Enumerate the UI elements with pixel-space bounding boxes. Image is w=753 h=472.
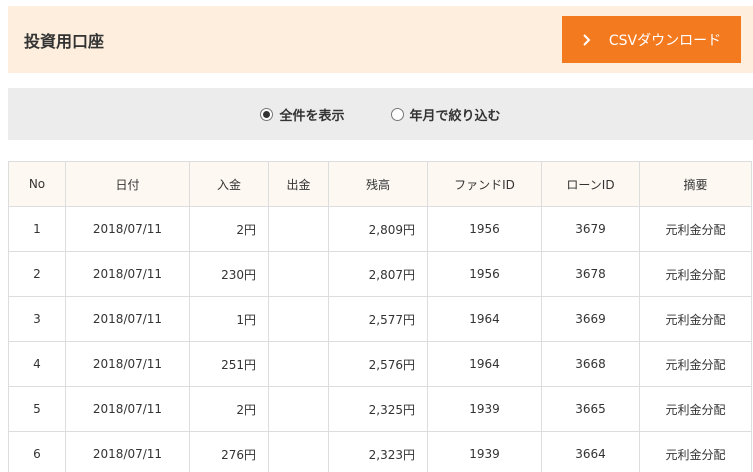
- cell-deposit: 2円: [189, 386, 269, 432]
- table-row: 4 2018/07/11 251円 2,576円 1964 3668 元利金分配: [8, 341, 752, 387]
- cell-deposit: 2円: [189, 206, 269, 252]
- cell-fund-id: 1964: [427, 296, 542, 342]
- transactions-table: No 日付 入金 出金 残高 ファンドID ローンID 摘要 1 2018/07…: [8, 161, 752, 472]
- cell-withdrawal: [268, 251, 329, 297]
- cell-date: 2018/07/11: [65, 251, 190, 297]
- cell-no: 6: [8, 431, 66, 472]
- column-header: 日付: [65, 161, 190, 207]
- cell-balance: 2,809円: [328, 206, 428, 252]
- cell-balance: 2,325円: [328, 386, 428, 432]
- cell-deposit: 230円: [189, 251, 269, 297]
- cell-summary: 元利金分配: [639, 251, 752, 297]
- page-title: 投資用口座: [24, 31, 105, 51]
- table-row: 2 2018/07/11 230円 2,807円 1956 3678 元利金分配: [8, 251, 752, 297]
- table-row: 3 2018/07/11 1円 2,577円 1964 3669 元利金分配: [8, 296, 752, 342]
- cell-date: 2018/07/11: [65, 296, 190, 342]
- cell-balance: 2,807円: [328, 251, 428, 297]
- cell-deposit: 251円: [189, 341, 269, 387]
- table-row: 1 2018/07/11 2円 2,809円 1956 3679 元利金分配: [8, 206, 752, 252]
- cell-date: 2018/07/11: [65, 431, 190, 472]
- filter-bar: 全件を表示 年月で絞り込む: [8, 88, 753, 140]
- radio-show-all-label: 全件を表示: [279, 108, 345, 124]
- column-header: No: [8, 161, 66, 207]
- cell-withdrawal: [268, 431, 329, 472]
- column-header: ローンID: [541, 161, 640, 207]
- cell-deposit: 276円: [189, 431, 269, 472]
- cell-fund-id: 1956: [427, 251, 542, 297]
- cell-no: 1: [8, 206, 66, 252]
- cell-no: 3: [8, 296, 66, 342]
- cell-summary: 元利金分配: [639, 206, 752, 252]
- cell-date: 2018/07/11: [65, 206, 190, 252]
- cell-deposit: 1円: [189, 296, 269, 342]
- cell-no: 4: [8, 341, 66, 387]
- cell-fund-id: 1964: [427, 341, 542, 387]
- cell-summary: 元利金分配: [639, 431, 752, 472]
- radio-checked-icon: [260, 107, 274, 121]
- cell-summary: 元利金分配: [639, 341, 752, 387]
- cell-withdrawal: [268, 206, 329, 252]
- cell-loan-id: 3665: [541, 386, 640, 432]
- radio-show-all[interactable]: 全件を表示: [260, 105, 345, 124]
- cell-summary: 元利金分配: [639, 386, 752, 432]
- transactions-table-wrap: No 日付 入金 出金 残高 ファンドID ローンID 摘要 1 2018/07…: [8, 161, 753, 472]
- cell-balance: 2,576円: [328, 341, 428, 387]
- cell-withdrawal: [268, 341, 329, 387]
- cell-fund-id: 1939: [427, 386, 542, 432]
- account-header: 投資用口座 CSVダウンロード: [8, 6, 753, 73]
- cell-date: 2018/07/11: [65, 386, 190, 432]
- chevron-right-icon: [583, 33, 591, 46]
- column-header: 出金: [268, 161, 329, 207]
- cell-balance: 2,577円: [328, 296, 428, 342]
- cell-withdrawal: [268, 386, 329, 432]
- cell-date: 2018/07/11: [65, 341, 190, 387]
- radio-filter-by-month[interactable]: 年月で絞り込む: [390, 105, 501, 124]
- column-header: 摘要: [639, 161, 752, 207]
- cell-loan-id: 3669: [541, 296, 640, 342]
- cell-summary: 元利金分配: [639, 296, 752, 342]
- cell-loan-id: 3668: [541, 341, 640, 387]
- column-header: 入金: [189, 161, 269, 207]
- cell-loan-id: 3678: [541, 251, 640, 297]
- radio-unchecked-icon: [390, 107, 404, 121]
- csv-download-button[interactable]: CSVダウンロード: [562, 16, 741, 63]
- radio-filter-by-month-label: 年月で絞り込む: [409, 108, 501, 124]
- cell-balance: 2,323円: [328, 431, 428, 472]
- cell-withdrawal: [268, 296, 329, 342]
- csv-download-label: CSVダウンロード: [608, 32, 722, 49]
- column-header: ファンドID: [427, 161, 542, 207]
- cell-loan-id: 3679: [541, 206, 640, 252]
- cell-fund-id: 1956: [427, 206, 542, 252]
- cell-no: 2: [8, 251, 66, 297]
- cell-loan-id: 3664: [541, 431, 640, 472]
- table-row: 6 2018/07/11 276円 2,323円 1939 3664 元利金分配: [8, 431, 752, 472]
- table-row: 5 2018/07/11 2円 2,325円 1939 3665 元利金分配: [8, 386, 752, 432]
- table-header-row: No 日付 入金 出金 残高 ファンドID ローンID 摘要: [8, 161, 752, 207]
- cell-fund-id: 1939: [427, 431, 542, 472]
- cell-no: 5: [8, 386, 66, 432]
- column-header: 残高: [328, 161, 428, 207]
